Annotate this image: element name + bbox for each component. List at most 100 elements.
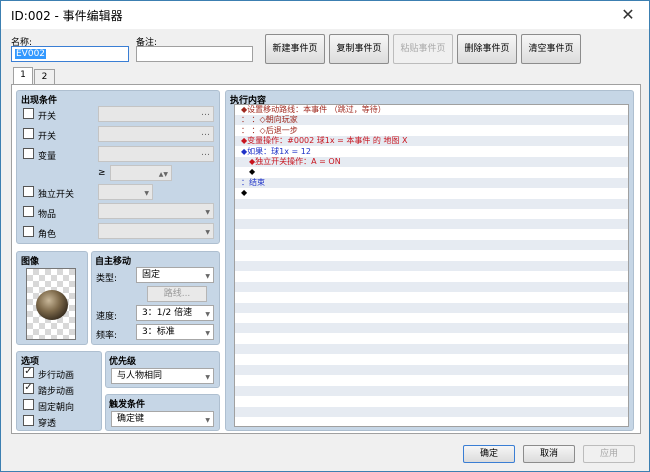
item-select[interactable]: ▼: [98, 203, 214, 219]
command-row[interactable]: [235, 334, 628, 344]
move-speed-select[interactable]: 3：1/2 倍速 ▼: [136, 305, 214, 321]
boulder-sprite-icon: [36, 290, 68, 320]
move-frequency-label: 频率:: [96, 331, 118, 341]
gte-label: ≥: [98, 168, 106, 178]
command-list[interactable]: ◆设置移动路线：本事件 （跳过，等待）： ：◇朝向玩家： ：◇后退一步 ◆变量操作…: [234, 104, 629, 427]
command-row[interactable]: [235, 406, 628, 417]
command-row[interactable]: ◆如果：球1x = 12: [235, 147, 628, 157]
command-row[interactable]: [235, 219, 628, 230]
command-row[interactable]: ◆独立开关操作：A = ON: [235, 157, 628, 167]
trigger-title: 触发条件: [109, 400, 146, 410]
self-switch-select[interactable]: ▼: [98, 184, 153, 200]
event-editor-window: ID:002 - 事件编辑器 ✕ 名称: EV002 备注: 新建事件页 复制事…: [0, 0, 650, 472]
command-row[interactable]: [235, 385, 628, 396]
move-speed-value: 3：1/2 倍速: [142, 308, 193, 318]
command-row[interactable]: [235, 251, 628, 261]
variable-checkbox[interactable]: [23, 148, 34, 159]
window-title: ID:002 - 事件编辑器: [11, 9, 123, 23]
event-image-preview[interactable]: [26, 268, 76, 340]
command-row[interactable]: [235, 261, 628, 271]
priority-select[interactable]: 与人物相同 ▼: [111, 368, 214, 384]
item-checkbox[interactable]: [23, 206, 34, 217]
chevron-down-icon: ▼: [205, 273, 210, 280]
chevron-down-icon: ▼: [205, 374, 210, 381]
chevron-down-icon: ▼: [205, 417, 210, 424]
switch2-checkbox[interactable]: [23, 128, 34, 139]
command-row[interactable]: [235, 355, 628, 365]
variable-label: 变量: [38, 152, 57, 162]
command-row[interactable]: [235, 198, 628, 209]
actor-select[interactable]: ▼: [98, 223, 214, 239]
delete-page-button[interactable]: 删除事件页: [457, 34, 517, 64]
move-type-label: 类型:: [96, 274, 118, 284]
command-row[interactable]: ◆变量操作：#0002 球1x = 本事件 的 地图 X: [235, 136, 628, 147]
switch1-label: 开关: [38, 112, 57, 122]
command-row[interactable]: [235, 417, 628, 426]
chevron-down-icon: ▼: [205, 229, 210, 236]
stepping-anim-checkbox[interactable]: [23, 383, 34, 394]
chevron-down-icon: ▼: [205, 330, 210, 337]
clear-page-button[interactable]: 清空事件页: [521, 34, 581, 64]
chevron-down-icon: ▼: [205, 311, 210, 318]
command-row[interactable]: [235, 365, 628, 375]
command-row[interactable]: [235, 396, 628, 406]
variable-value-stepper[interactable]: ▲▼: [110, 165, 172, 181]
command-row[interactable]: ◆: [235, 188, 628, 198]
tab-page-1[interactable]: 1: [13, 67, 33, 85]
name-value: EV002: [15, 49, 47, 59]
trigger-value: 确定键: [117, 414, 145, 424]
command-row[interactable]: ◆设置移动路线：本事件 （跳过，等待）: [235, 105, 628, 115]
new-page-button[interactable]: 新建事件页: [265, 34, 325, 64]
command-row[interactable]: [235, 240, 628, 251]
direction-fix-checkbox[interactable]: [23, 399, 34, 410]
stepper-icon: ▲▼: [158, 171, 168, 178]
command-row[interactable]: [235, 313, 628, 323]
move-type-value: 固定: [142, 270, 161, 280]
switch1-checkbox[interactable]: [23, 108, 34, 119]
command-row[interactable]: [235, 271, 628, 281]
move-route-button[interactable]: 路线...: [147, 286, 207, 302]
variable-select[interactable]: …: [98, 146, 214, 162]
name-field[interactable]: EV002: [11, 46, 129, 62]
command-row[interactable]: ： ：◇朝向玩家: [235, 115, 628, 126]
command-row[interactable]: [235, 344, 628, 355]
command-row[interactable]: ◆: [235, 167, 628, 177]
priority-title: 优先级: [109, 357, 137, 367]
chevron-down-icon: ▼: [205, 209, 210, 216]
command-row[interactable]: [235, 209, 628, 219]
self-switch-checkbox[interactable]: [23, 186, 34, 197]
paste-page-button[interactable]: 粘贴事件页: [393, 34, 453, 64]
conditions-title: 出现条件: [21, 96, 58, 106]
command-row[interactable]: ：结束: [235, 177, 628, 188]
command-row[interactable]: ： ：◇后退一步: [235, 126, 628, 136]
move-type-select[interactable]: 固定 ▼: [136, 267, 214, 283]
through-checkbox[interactable]: [23, 415, 34, 426]
item-label: 物品: [38, 210, 57, 220]
close-icon[interactable]: ✕: [617, 4, 639, 26]
apply-button[interactable]: 应用: [583, 445, 635, 463]
command-row[interactable]: [235, 292, 628, 302]
direction-fix-label: 固定朝向: [38, 403, 75, 413]
move-frequency-select[interactable]: 3：标准 ▼: [136, 324, 214, 340]
switch2-select[interactable]: …: [98, 126, 214, 142]
copy-page-button[interactable]: 复制事件页: [329, 34, 389, 64]
command-row[interactable]: [235, 230, 628, 240]
note-field[interactable]: [136, 46, 253, 62]
cancel-button[interactable]: 取消: [523, 445, 575, 463]
switch1-select[interactable]: …: [98, 106, 214, 122]
through-label: 穿透: [38, 419, 57, 429]
ok-button[interactable]: 确定: [463, 445, 515, 463]
stepping-anim-label: 踏步动画: [38, 387, 75, 397]
trigger-select[interactable]: 确定键 ▼: [111, 411, 214, 427]
ellipsis-icon: …: [201, 148, 210, 158]
command-row[interactable]: [235, 375, 628, 385]
walking-anim-checkbox[interactable]: [23, 367, 34, 378]
tab-page-2[interactable]: 2: [34, 69, 55, 85]
switch2-label: 开关: [38, 132, 57, 142]
command-row[interactable]: [235, 302, 628, 313]
self-switch-label: 独立开关: [38, 190, 75, 200]
actor-label: 角色: [38, 230, 57, 240]
actor-checkbox[interactable]: [23, 226, 34, 237]
command-row[interactable]: [235, 281, 628, 292]
command-row[interactable]: [235, 323, 628, 334]
